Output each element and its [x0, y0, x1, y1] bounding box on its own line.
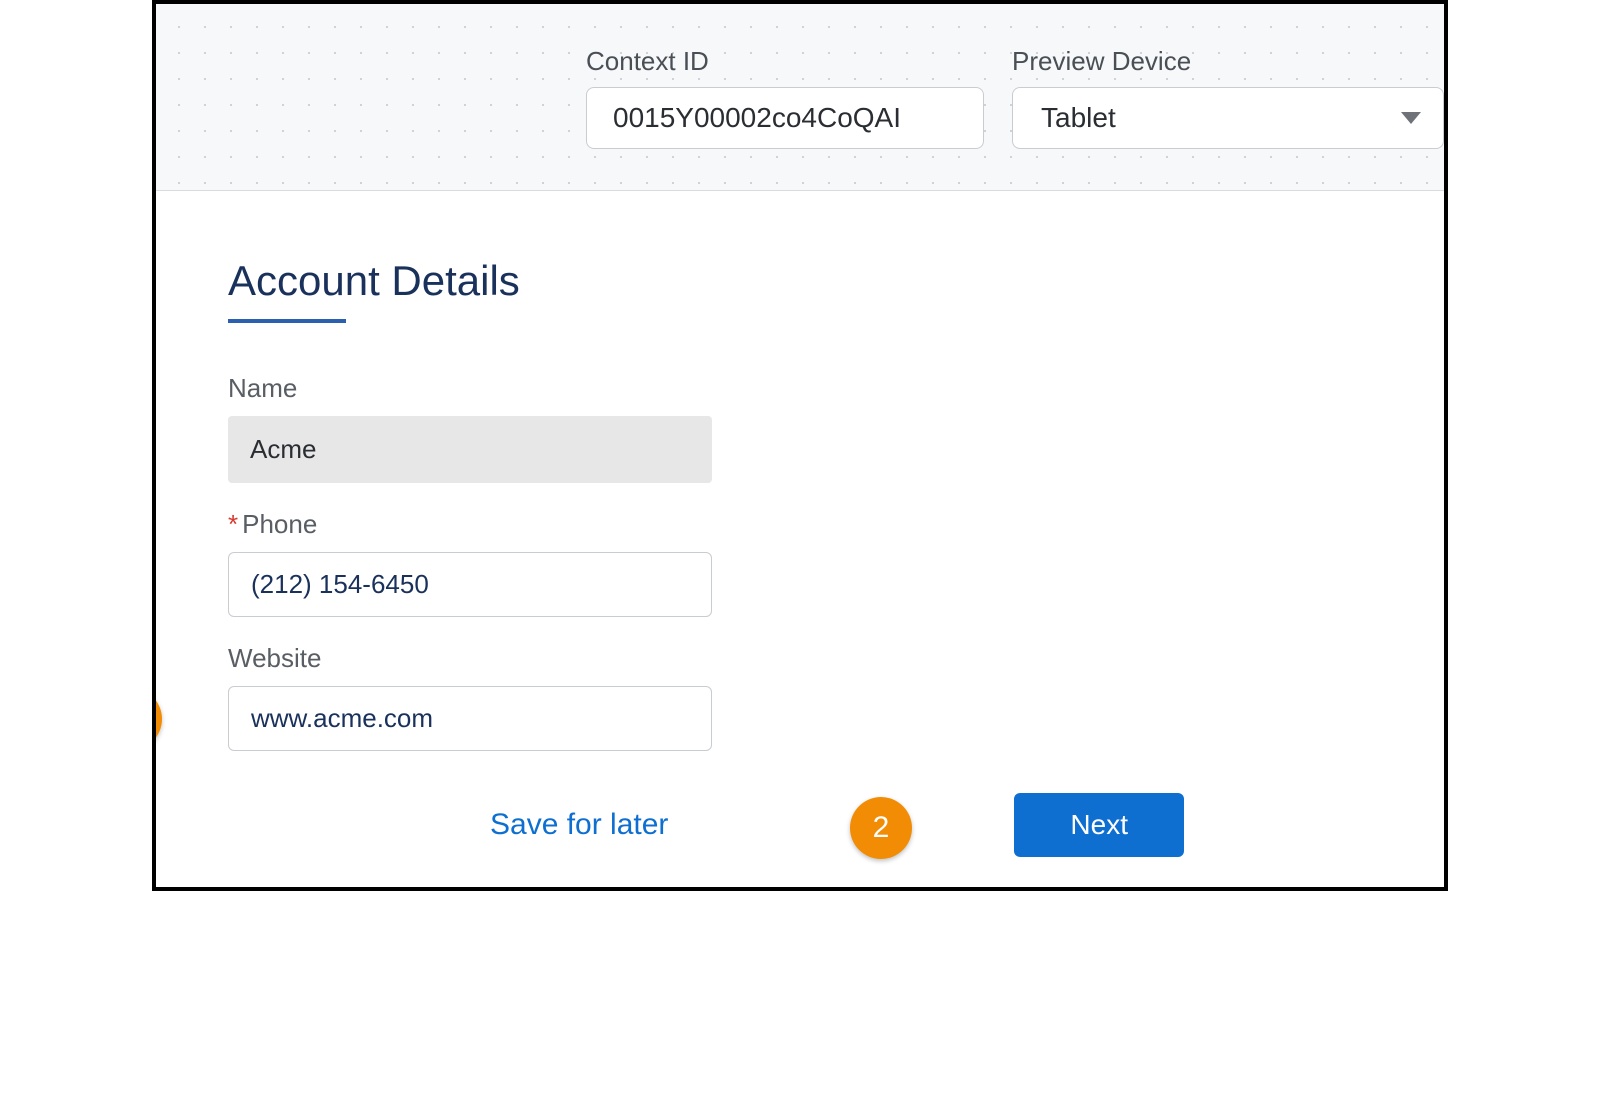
app-frame: Context ID Preview Device Tablet Account…	[152, 0, 1448, 891]
phone-label-text: Phone	[242, 509, 317, 539]
context-id-input[interactable]	[587, 88, 984, 148]
context-id-field: Context ID	[586, 46, 984, 149]
form-actions: Save for later Next	[228, 793, 1184, 857]
phone-input[interactable]	[228, 552, 712, 617]
website-label: Website	[228, 643, 712, 674]
context-id-input-wrap	[586, 87, 984, 149]
website-input[interactable]	[228, 686, 712, 751]
next-button[interactable]: Next	[1014, 793, 1184, 857]
website-field: Website	[228, 643, 712, 751]
chevron-down-icon	[1401, 112, 1421, 124]
section-title: Account Details	[228, 257, 1372, 305]
preview-device-value: Tablet	[1041, 102, 1116, 134]
name-field: Name Acme	[228, 373, 712, 483]
title-underline	[228, 319, 346, 323]
context-id-label: Context ID	[586, 46, 984, 77]
save-for-later-link[interactable]: Save for later	[490, 808, 668, 842]
form-area: Account Details Name Acme *Phone Website…	[156, 191, 1444, 887]
preview-device-label: Preview Device	[1012, 46, 1444, 77]
phone-label: *Phone	[228, 509, 712, 540]
name-value: Acme	[228, 416, 712, 483]
phone-field: *Phone	[228, 509, 712, 617]
annotation-badge-1: 1	[152, 688, 162, 750]
annotation-badge-2: 2	[850, 797, 912, 859]
preview-device-select[interactable]: Tablet	[1012, 87, 1444, 149]
preview-device-field: Preview Device Tablet	[1012, 46, 1444, 149]
name-label: Name	[228, 373, 712, 404]
required-indicator: *	[228, 509, 238, 539]
preview-config-bar: Context ID Preview Device Tablet	[156, 4, 1444, 191]
